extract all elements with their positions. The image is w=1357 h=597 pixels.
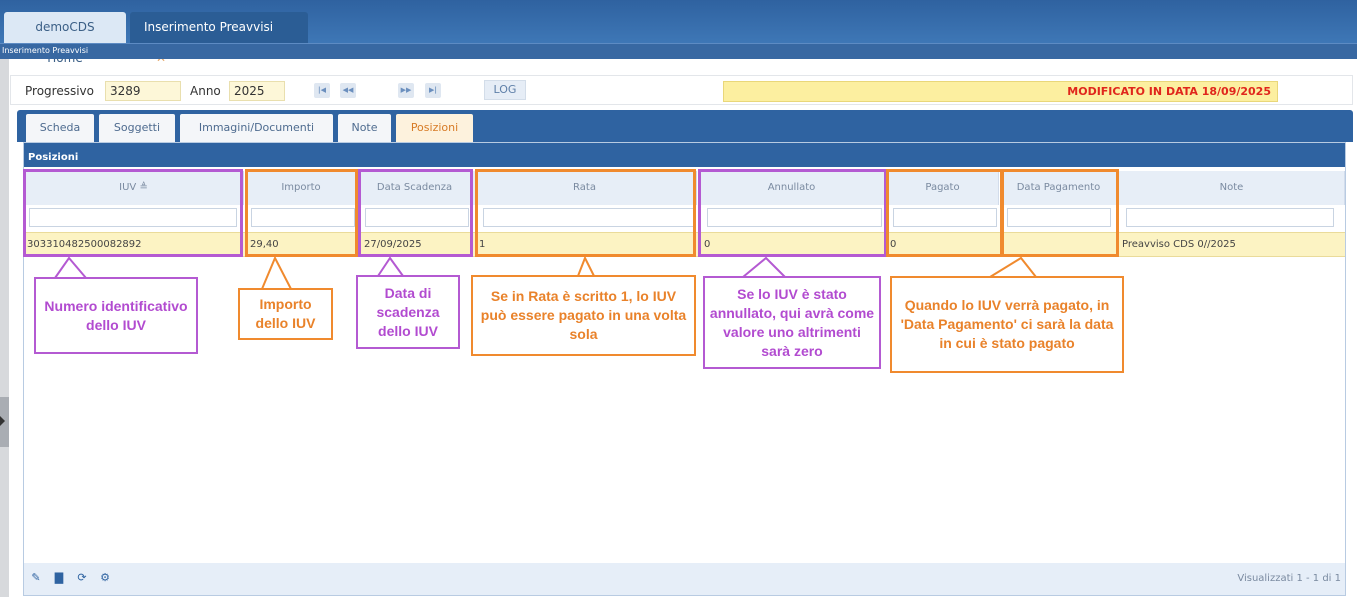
anno-label: Anno xyxy=(190,84,221,98)
tab-note[interactable]: Note xyxy=(338,114,391,142)
cell-iuv: 303310482500082892 xyxy=(27,239,142,250)
posizioni-grid: Posizioni IUV ≜ Importo Data Scadenza Ra… xyxy=(23,142,1346,596)
column-header-note[interactable]: Note xyxy=(1119,171,1345,205)
callout-rata: Se in Rata è scritto 1, lo IUV può esser… xyxy=(471,275,696,356)
refresh-icon[interactable]: ⟳ xyxy=(76,572,88,584)
tab-inserimento-preavvisi[interactable]: Inserimento Preavvisi ✕ xyxy=(130,12,308,65)
detail-tabs: Scheda Soggetti Immagini/Documenti Note … xyxy=(17,110,1353,142)
filter-note[interactable] xyxy=(1126,208,1334,227)
log-button[interactable]: LOG xyxy=(484,80,526,100)
side-collapse-strip[interactable] xyxy=(0,59,9,597)
breadcrumb-label: Inserimento Preavvisi xyxy=(2,46,89,55)
breadcrumb: Inserimento Preavvisi xyxy=(0,43,1357,59)
tab-label: Inserimento Preavvisi xyxy=(144,20,274,34)
tab-democds-home[interactable]: demoCDS Home xyxy=(4,12,126,65)
expand-arrow-icon[interactable] xyxy=(0,416,5,426)
table-row[interactable]: 303310482500082892 29,40 27/09/2025 1 0 … xyxy=(24,232,1345,257)
filter-pagato[interactable] xyxy=(893,208,997,227)
pager-status: Visualizzati 1 - 1 di 1 xyxy=(1237,573,1341,584)
filter-importo[interactable] xyxy=(251,208,355,227)
column-header-rata[interactable]: Rata xyxy=(473,171,697,205)
first-record-icon[interactable]: |◀ xyxy=(314,83,330,98)
callout-scadenza: Data di scadenza dello IUV xyxy=(356,275,460,349)
grid-footer: ✎ ▇ ⟳ ⚙ Visualizzati 1 - 1 di 1 xyxy=(24,563,1345,595)
grid-title: Posizioni xyxy=(28,152,79,163)
trash-icon[interactable]: ▇ xyxy=(53,572,65,584)
callout-annullato: Se lo IUV è stato annullato, qui avrà co… xyxy=(703,276,881,369)
filter-rata[interactable] xyxy=(483,208,695,227)
progressivo-label: Progressivo xyxy=(25,84,94,98)
callout-iuv: Numero identificativo dello IUV xyxy=(34,277,198,354)
callout-pagamento: Quando lo IUV verrà pagato, in 'Data Pag… xyxy=(890,276,1124,373)
previous-record-icon[interactable]: ◀◀ xyxy=(340,83,356,98)
column-header-importo[interactable]: Importo xyxy=(246,171,357,205)
app-tab-bar: demoCDS Home Inserimento Preavvisi ✕ xyxy=(0,0,1357,65)
cell-note: Preavviso CDS 0//2025 xyxy=(1122,239,1236,250)
column-header-annullato[interactable]: Annullato xyxy=(699,171,885,205)
tab-immagini-documenti[interactable]: Immagini/Documenti xyxy=(180,114,333,142)
edit-icon[interactable]: ✎ xyxy=(30,572,42,584)
tab-scheda[interactable]: Scheda xyxy=(26,114,94,142)
filter-data-scadenza[interactable] xyxy=(365,208,469,227)
cell-pagato: 0 xyxy=(890,239,897,250)
next-record-icon[interactable]: ▶▶ xyxy=(398,83,414,98)
progressivo-field[interactable]: 3289 xyxy=(105,81,181,101)
anno-field[interactable]: 2025 xyxy=(229,81,285,101)
tab-posizioni[interactable]: Posizioni xyxy=(396,114,473,142)
column-header-iuv[interactable]: IUV ≜ xyxy=(24,171,244,205)
filter-data-pagamento[interactable] xyxy=(1007,208,1111,227)
gear-icon[interactable]: ⚙ xyxy=(99,572,111,584)
cell-annullato: 0 xyxy=(704,239,711,250)
cell-importo: 29,40 xyxy=(250,239,279,250)
tab-soggetti[interactable]: Soggetti xyxy=(99,114,175,142)
last-record-icon[interactable]: ▶| xyxy=(425,83,441,98)
status-banner: MODIFICATO IN DATA 18/09/2025 xyxy=(723,81,1278,102)
filter-iuv[interactable] xyxy=(29,208,237,227)
column-header-pagato[interactable]: Pagato xyxy=(887,171,999,205)
callout-importo: Importo dello IUV xyxy=(238,288,333,340)
grid-header-bar: Posizioni xyxy=(24,143,1345,167)
column-header-data-pagamento[interactable]: Data Pagamento xyxy=(1001,171,1117,205)
filter-annullato[interactable] xyxy=(707,208,882,227)
cell-data-scadenza: 27/09/2025 xyxy=(364,239,422,250)
record-header: Progressivo 3289 Anno 2025 |◀ ◀◀ ▶▶ ▶| L… xyxy=(10,75,1353,105)
cell-rata: 1 xyxy=(479,239,486,250)
column-header-data-scadenza[interactable]: Data Scadenza xyxy=(359,171,471,205)
